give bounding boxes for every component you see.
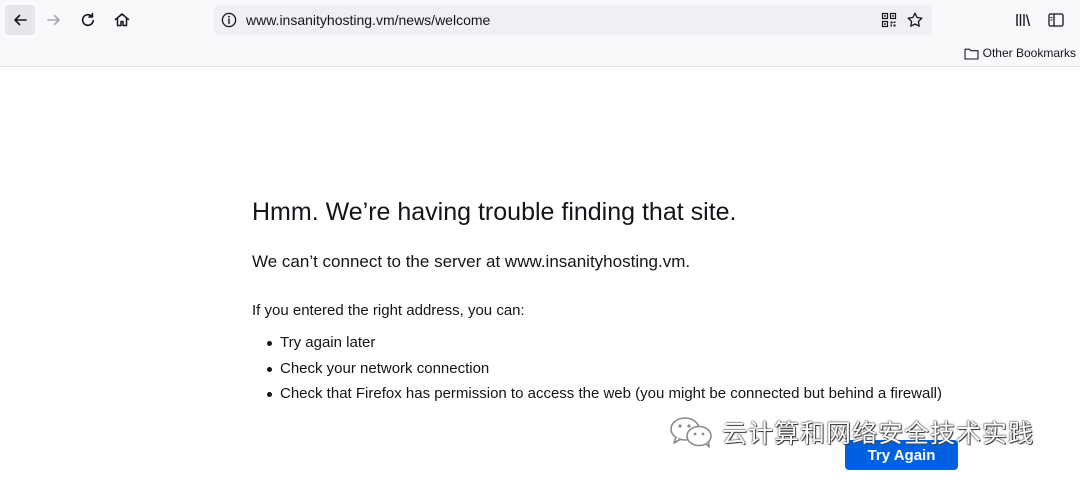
folder-icon [964,48,979,60]
suggestion-item: Try again later [262,334,942,360]
suggestion-item: Check that Firefox has permission to acc… [262,385,942,411]
home-button[interactable] [107,5,137,35]
browser-toolbar: www.insanityhosting.vm/news/welcome [0,0,1080,40]
error-intro: If you entered the right address, you ca… [252,302,525,319]
bookmarks-toolbar: Other Bookmarks [0,40,1080,67]
url-text[interactable]: www.insanityhosting.vm/news/welcome [246,12,490,28]
forward-arrow-icon [47,14,60,26]
reload-button[interactable] [73,5,103,35]
qr-code-icon[interactable] [880,11,898,29]
info-icon[interactable] [220,11,238,29]
library-icon[interactable] [1014,11,1032,29]
star-icon[interactable] [906,11,924,29]
suggestion-item: Check your network connection [262,360,942,386]
try-again-button[interactable]: Try Again [845,440,958,470]
error-short-description: We can’t connect to the server at www.in… [252,252,691,271]
reload-icon [81,12,94,27]
suggestion-list: Try again later Check your network conne… [262,334,942,411]
forward-button[interactable] [39,5,69,35]
home-icon [114,13,130,27]
wechat-logo-icon [670,417,712,448]
other-bookmarks-label: Other Bookmarks [982,46,1076,60]
sidebar-icon[interactable] [1047,11,1065,29]
back-arrow-icon [14,14,27,26]
other-bookmarks-button[interactable]: Other Bookmarks [964,44,1076,62]
address-bar[interactable]: www.insanityhosting.vm/news/welcome [214,5,932,35]
error-title: Hmm. We’re having trouble finding that s… [252,198,737,226]
back-button[interactable] [5,5,35,35]
